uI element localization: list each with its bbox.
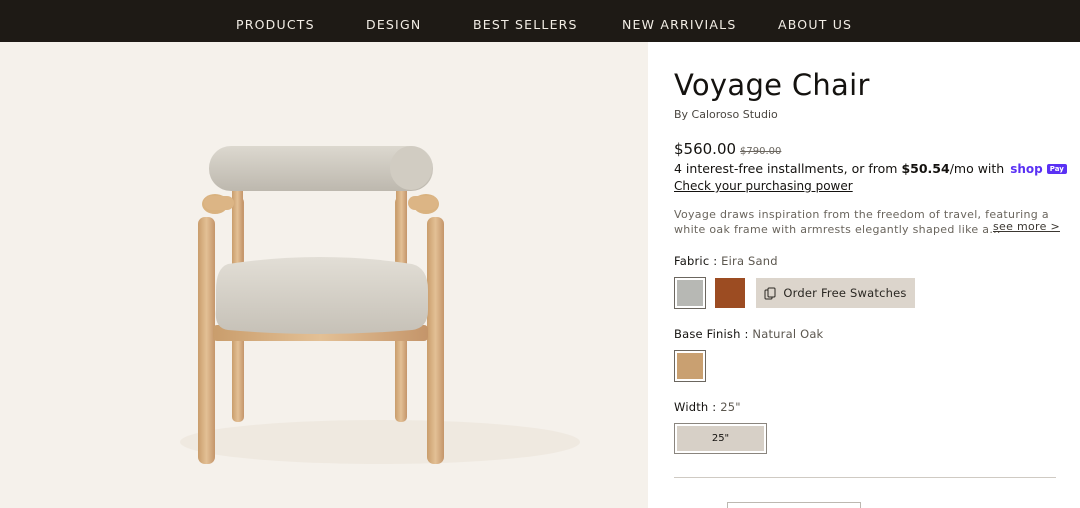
product-details: Voyage Chair By Caloroso Studio $560.00 … [674, 42, 1067, 508]
divider [674, 477, 1056, 478]
width-value: 25" [720, 400, 741, 414]
product-title: Voyage Chair [674, 68, 870, 102]
quantity-box[interactable] [727, 502, 861, 508]
nav-item-products[interactable]: PRODUCTS [236, 17, 315, 32]
width-label-text: Width : [674, 400, 717, 414]
nav-item-best-sellers[interactable]: BEST SELLERS [473, 17, 578, 32]
fabric-swatch-rust[interactable] [715, 278, 745, 308]
fabric-label-text: Fabric : [674, 254, 718, 268]
installments-text: 4 interest-free installments, or from $5… [674, 161, 1067, 176]
fabric-label: Fabric : Eira Sand [674, 254, 778, 268]
nav-item-design[interactable]: DESIGN [366, 17, 421, 32]
order-free-swatches-button[interactable]: Order Free Swatches [756, 278, 915, 308]
product-description: Voyage draws inspiration from the freedo… [674, 207, 1049, 237]
installments-amount: $50.54 [901, 161, 950, 176]
compare-price: $790.00 [740, 146, 782, 157]
product-image [0, 42, 648, 508]
shop-pay-badge: Pay [1046, 163, 1067, 174]
check-purchasing-power-link[interactable]: Check your purchasing power [674, 179, 853, 193]
shop-pay-logo: shop [1010, 161, 1043, 176]
width-option-25[interactable]: 25" [674, 423, 767, 454]
chair-illustration [180, 146, 580, 464]
fabric-value: Eira Sand [721, 254, 778, 268]
fabric-swatch-eira-sand[interactable] [674, 277, 706, 309]
base-finish-swatch-natural-oak[interactable] [674, 350, 706, 382]
description-line-2: white oak frame with armrests elegantly … [674, 223, 1001, 236]
installments-suffix: /mo with [949, 161, 1005, 176]
description-line-1: Voyage draws inspiration from the freedo… [674, 208, 1049, 221]
price: $560.00 [674, 140, 737, 158]
swatches-icon [764, 287, 776, 299]
price-row: $560.00 $790.00 [674, 140, 781, 158]
order-free-swatches-label: Order Free Swatches [783, 286, 907, 300]
base-finish-value: Natural Oak [752, 327, 824, 341]
width-option-label: 25" [677, 426, 764, 451]
top-nav: PRODUCTS DESIGN BEST SELLERS NEW ARRIVIA… [0, 0, 1080, 42]
nav-item-new-arrivals[interactable]: NEW ARRIVIALS [622, 17, 736, 32]
see-more-link[interactable]: see more > [993, 220, 1060, 233]
fabric-swatch-fill [715, 278, 745, 308]
nav-item-about-us[interactable]: ABOUT US [778, 17, 852, 32]
base-finish-label-text: Base Finish : [674, 327, 749, 341]
fabric-swatch-fill [677, 280, 703, 306]
base-finish-swatch-fill [677, 353, 703, 379]
width-label: Width : 25" [674, 400, 741, 414]
installments-prefix: 4 interest-free installments, or from [674, 161, 898, 176]
product-byline: By Caloroso Studio [674, 108, 778, 121]
base-finish-label: Base Finish : Natural Oak [674, 327, 823, 341]
